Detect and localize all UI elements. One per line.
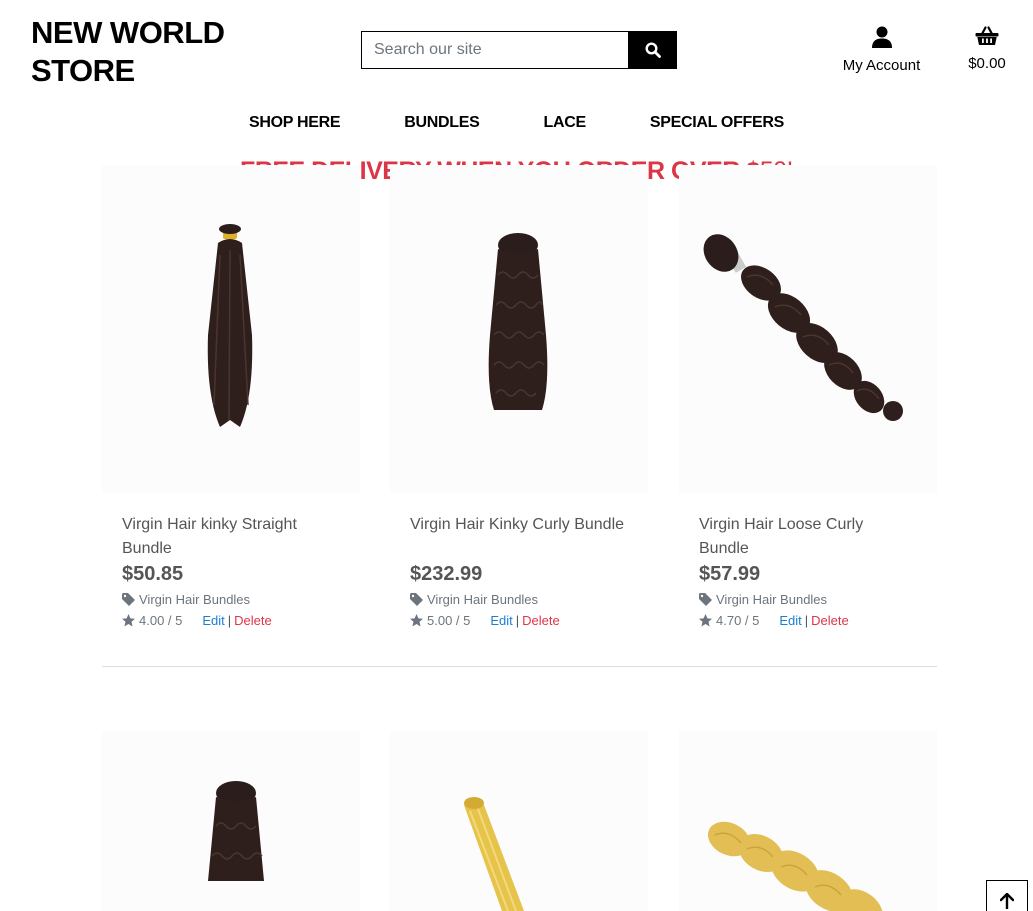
shopping-basket-icon: [975, 26, 999, 45]
tag-icon: [410, 593, 423, 606]
nav-special-offers[interactable]: SPECIAL OFFERS: [650, 114, 785, 132]
nav-shop-here[interactable]: SHOP HERE: [249, 114, 341, 132]
product-image-link[interactable]: [679, 165, 937, 493]
hair-bundle-blonde-straight-image: [464, 797, 524, 911]
product-card: [679, 731, 937, 911]
nav-lace[interactable]: LACE: [543, 114, 586, 132]
nav-bundles[interactable]: BUNDLES: [404, 114, 480, 132]
arrow-up-icon: [1000, 893, 1014, 909]
star-icon: [122, 614, 135, 627]
tag-icon: [122, 593, 135, 606]
product-rating: 5.00 / 5: [427, 613, 471, 628]
product-category-link[interactable]: Virgin Hair Bundles: [410, 592, 628, 607]
edit-product-link[interactable]: Edit: [490, 613, 512, 628]
tag-icon: [699, 593, 712, 606]
main-nav: SHOP HERE BUNDLES LACE SPECIAL OFFERS: [0, 114, 1033, 132]
hair-bundle-loose-curly-image: [703, 234, 903, 421]
separator: |: [515, 613, 520, 628]
hair-bundle-kinky-curly-image: [208, 781, 264, 881]
product-meta: 4.70 / 5 Edit | Delete: [699, 613, 917, 628]
product-card: Virgin Hair Loose Curly Bundle $57.99 Vi…: [679, 165, 937, 628]
product-category: Virgin Hair Bundles: [139, 592, 251, 607]
product-card: Virgin Hair Kinky Curly Bundle $232.99 V…: [390, 165, 648, 628]
delete-product-link[interactable]: Delete: [811, 613, 849, 628]
search-form: [361, 31, 677, 69]
product-image-link[interactable]: [390, 165, 648, 493]
my-account-link[interactable]: My Account: [834, 26, 929, 74]
product-card: [102, 731, 360, 911]
product-category: Virgin Hair Bundles: [716, 592, 828, 607]
product-category: Virgin Hair Bundles: [427, 592, 539, 607]
product-name[interactable]: Virgin Hair Loose Curly Bundle: [699, 513, 917, 561]
product-meta: 4.00 / 5 Edit | Delete: [122, 613, 340, 628]
store-logo[interactable]: NEW WORLD STORE: [31, 14, 261, 90]
hair-bundle-straight-image: [207, 224, 253, 427]
product-category-link[interactable]: Virgin Hair Bundles: [122, 592, 340, 607]
delete-product-link[interactable]: Delete: [522, 613, 560, 628]
separator: |: [227, 613, 232, 628]
delete-product-link[interactable]: Delete: [234, 613, 272, 628]
search-button[interactable]: [628, 31, 677, 69]
shopping-bag-link[interactable]: $0.00: [960, 26, 1014, 72]
product-image-link[interactable]: [390, 731, 648, 911]
product-name[interactable]: Virgin Hair Kinky Curly Bundle: [410, 513, 628, 561]
product-meta: 5.00 / 5 Edit | Delete: [410, 613, 628, 628]
product-image-link[interactable]: [679, 731, 937, 911]
product-price: $50.85: [122, 563, 184, 585]
product-name[interactable]: Virgin Hair kinky Straight Bundle: [122, 513, 340, 561]
edit-product-link[interactable]: Edit: [202, 613, 224, 628]
row-divider: [102, 666, 937, 667]
search-icon: [644, 42, 661, 58]
product-card: Virgin Hair kinky Straight Bundle $50.85…: [102, 165, 360, 628]
separator: |: [804, 613, 809, 628]
hair-bundle-blonde-body-wave-image: [707, 821, 883, 911]
hair-bundle-kinky-curly-image: [488, 233, 548, 410]
product-image-link[interactable]: [102, 165, 360, 493]
my-account-label: My Account: [842, 57, 921, 74]
product-category-link[interactable]: Virgin Hair Bundles: [699, 592, 917, 607]
back-to-top-button[interactable]: [986, 880, 1028, 911]
product-price: $57.99: [699, 563, 761, 585]
product-card: [390, 731, 648, 911]
product-image-link[interactable]: [102, 731, 360, 911]
product-rating: 4.00 / 5: [139, 613, 183, 628]
search-input[interactable]: [361, 31, 628, 69]
bag-total: $0.00: [968, 55, 1006, 72]
edit-product-link[interactable]: Edit: [779, 613, 801, 628]
star-icon: [699, 614, 712, 627]
product-rating: 4.70 / 5: [716, 613, 760, 628]
user-icon: [871, 26, 892, 48]
product-price: $232.99: [410, 563, 483, 585]
star-icon: [410, 614, 423, 627]
